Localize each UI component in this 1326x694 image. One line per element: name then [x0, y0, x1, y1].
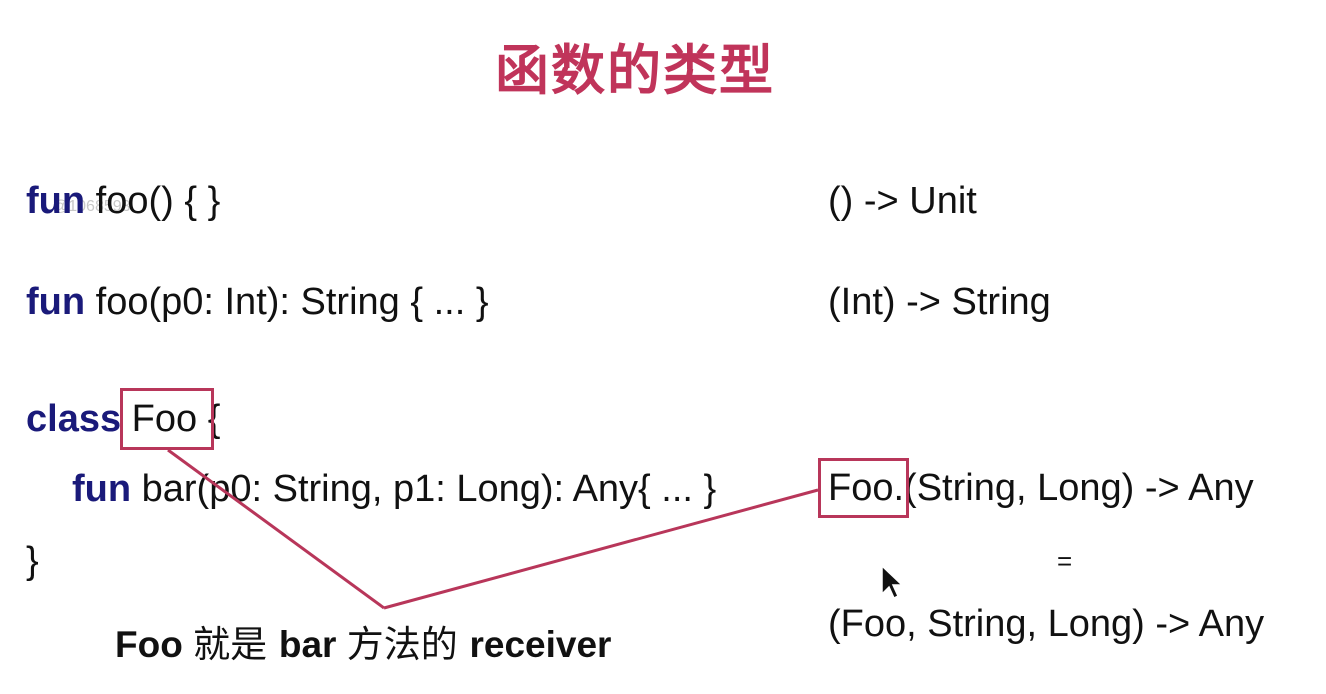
- type-line-4: (Foo, String, Long) -> Any: [828, 601, 1264, 647]
- note-part-3: bar: [278, 624, 347, 665]
- code-text: bar(p0: String, p1: Long): Any{ ... }: [131, 468, 717, 510]
- code-line-2: fun foo(p0: Int): String { ... }: [26, 279, 489, 325]
- receiver-highlight-box: [818, 458, 909, 518]
- class-name-highlight-box: [120, 388, 214, 450]
- type-text: () -> Unit: [828, 180, 977, 222]
- type-text: (String, Long) -> Any: [904, 467, 1254, 509]
- keyword-class: class: [26, 398, 122, 440]
- type-text: (Foo, String, Long) -> Any: [828, 603, 1265, 645]
- type-line-1: () -> Unit: [828, 178, 977, 224]
- code-line-1: fun foo() { }: [26, 178, 220, 224]
- code-line-5: }: [26, 538, 39, 584]
- slide-title: 函数的类型: [495, 39, 775, 102]
- code-text: foo(p0: Int): String { ... }: [85, 281, 489, 323]
- note-part-2: 就是: [193, 623, 279, 666]
- note-part-1: Foo: [115, 624, 194, 665]
- receiver-note: Foo 就是 bar 方法的 receiver: [115, 614, 611, 668]
- note-part-4: 方法的: [346, 623, 470, 666]
- code-line-4: fun bar(p0: String, p1: Long): Any{ ... …: [72, 466, 716, 512]
- closing-brace: }: [26, 540, 39, 582]
- equals-sign: =: [1057, 546, 1073, 576]
- type-text: (Int) -> String: [828, 281, 1051, 323]
- keyword-fun: fun: [26, 281, 86, 323]
- keyword-fun: fun: [72, 468, 132, 510]
- mouse-cursor-icon: [881, 564, 904, 600]
- note-part-5: receiver: [469, 624, 612, 665]
- keyword-fun: fun: [26, 180, 86, 222]
- code-text: foo() { }: [85, 180, 221, 222]
- slide: 函数的类型 @1068593 fun foo() { } fun foo(p0:…: [0, 0, 1326, 694]
- type-line-2: (Int) -> String: [828, 279, 1051, 325]
